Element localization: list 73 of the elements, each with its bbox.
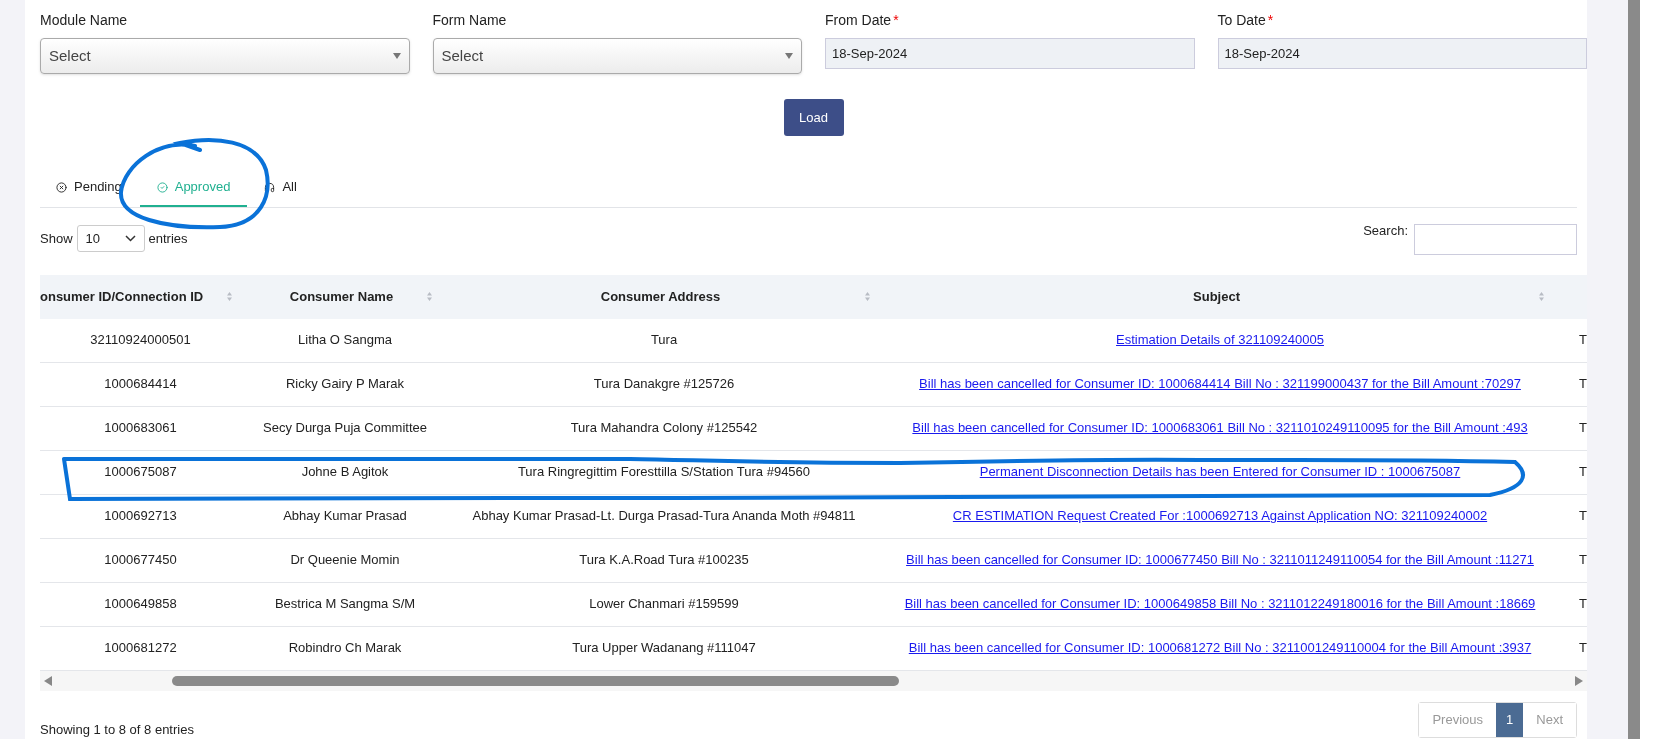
column-header[interactable]: Consumer Name: [245, 274, 445, 319]
dropdown-caret-icon: [392, 53, 401, 59]
table-cell-text: Robindro Ch Marak: [287, 639, 403, 658]
select-field[interactable]: Select: [40, 38, 410, 74]
table-cell-text: T: [1578, 331, 1587, 350]
entries-info: Showing 1 to 8 of 8 entries: [40, 720, 194, 739]
table-cell-text: T: [1578, 595, 1587, 614]
table-cell-text: 1000683061: [103, 419, 178, 438]
table-cell-text: Tura Ringregittim Foresttilla S/Station Tura #94560: [516, 463, 812, 482]
field-label: To Date: [1217, 11, 1266, 28]
subject-link[interactable]: Bill has been cancelled for Consumer ID: 1000649858 Bill No : 3211012249180016 for the Bill Amount :18669: [904, 594, 1536, 614]
table-cell-text: 1000681272: [103, 639, 178, 658]
table-cell-text: Abhay Kumar Prasad: [282, 507, 408, 526]
column-header[interactable]: Subject: [883, 274, 1557, 319]
table-cell-text: Lower Chanmari #159599: [588, 595, 740, 614]
subject-link[interactable]: Bill has been cancelled for Consumer ID: 1000681272 Bill No : 3211001249110004 for the Bill Amount :3937: [908, 638, 1532, 658]
field-label: Module Name: [40, 11, 128, 28]
table-cell-text: Johne B Agitok: [300, 463, 390, 482]
date-field[interactable]: 18-Sep-2024: [825, 38, 1195, 69]
table-cell-text: Tura: [649, 331, 679, 350]
scroll-right-icon: [1575, 675, 1583, 686]
table-cell-text: 32110924000501: [89, 331, 192, 350]
load-button[interactable]: Load: [783, 99, 844, 136]
table-cell-text: Secy Durga Puja Committee: [262, 419, 428, 438]
table-cell-text: T: [1578, 551, 1587, 570]
subject-link[interactable]: Permanent Disconnection Details has been Entered for Consumer ID : 1000675087: [979, 462, 1461, 482]
search-label: Search:: [1363, 222, 1408, 241]
circle-check-icon: [156, 181, 168, 193]
table-cell-text: 1000692713: [103, 507, 178, 526]
table-cell-text: Bestrica M Sangma S/M: [273, 595, 417, 614]
table-cell-text: 1000684414: [103, 375, 178, 394]
table-cell-text: T: [1578, 375, 1587, 394]
horizontal-scrollbar[interactable]: [40, 670, 1587, 691]
subject-link[interactable]: CR ESTIMATION Request Created For :1000692713 Against Application NO: 321109240002: [952, 506, 1488, 526]
circle-x-icon: [56, 181, 67, 193]
chevron-down-icon: [124, 234, 136, 242]
subject-link[interactable]: Bill has been cancelled for Consumer ID: 1000683061 Bill No : 3211010249110095 for the Bill Amount :493: [912, 418, 1528, 438]
table-cell-text: T: [1578, 419, 1587, 438]
date-field[interactable]: 18-Sep-2024: [1217, 38, 1587, 69]
field-label: From Date: [825, 11, 892, 28]
table-cell-text: T: [1578, 463, 1587, 482]
column-header[interactable]: onsumer ID/Connection ID: [40, 274, 245, 319]
search-field[interactable]: [1414, 224, 1577, 256]
table-cell-text: Ricky Gairy P Marak: [284, 375, 406, 394]
table-cell-text: 1000677450: [103, 551, 178, 570]
table-cell-text: Tura Upper Wadanang #111047: [571, 639, 757, 658]
required-mark: *: [1267, 11, 1274, 28]
required-mark: *: [893, 11, 899, 28]
subject-link[interactable]: Bill has been cancelled for Consumer ID: 1000677450 Bill No : 3211011249110054 for the Bill Amount :11271: [906, 550, 1534, 570]
table-cell-text: Tura Mahandra Colony #125542: [569, 419, 759, 438]
select-field[interactable]: Select: [432, 38, 802, 74]
field-label: Form Name: [432, 11, 507, 28]
table-cell-text: T: [1578, 639, 1587, 658]
table-cell-text: Abhay Kumar Prasad-Lt. Durga Prasad-Tura Ananda Moth #94811: [471, 507, 857, 526]
entries-label: entries: [148, 229, 188, 248]
page-size-select[interactable]: 10: [76, 224, 145, 252]
table-cell-text: 1000649858: [103, 595, 178, 614]
column-header[interactable]: Consumer Address: [445, 274, 883, 319]
table-cell-text: 1000675087: [103, 463, 178, 482]
scroll-left-icon: [44, 675, 52, 686]
table-cell-text: Dr Queenie Momin: [289, 551, 401, 570]
subject-link[interactable]: Estimation Details of 321109240005: [1116, 330, 1324, 350]
show-label: Show: [40, 229, 73, 248]
headset-icon: [264, 181, 276, 193]
table-cell-text: Litha O Sangma: [297, 331, 393, 350]
vertical-scrollbar[interactable]: [1628, 0, 1640, 739]
filter-tab[interactable]: All: [247, 169, 314, 207]
page-button[interactable]: 1: [1496, 702, 1524, 737]
dropdown-caret-icon: [785, 53, 793, 59]
table-cell-text: T: [1578, 507, 1587, 526]
table-cell-text: Tura K.A.Road Tura #100235: [578, 551, 750, 570]
table-cell-text: Tura Danakgre #125726: [592, 375, 736, 394]
subject-link[interactable]: Bill has been cancelled for Consumer ID: 1000684414 Bill No : 321199000437 for the Bill Amount :70297: [919, 374, 1521, 394]
